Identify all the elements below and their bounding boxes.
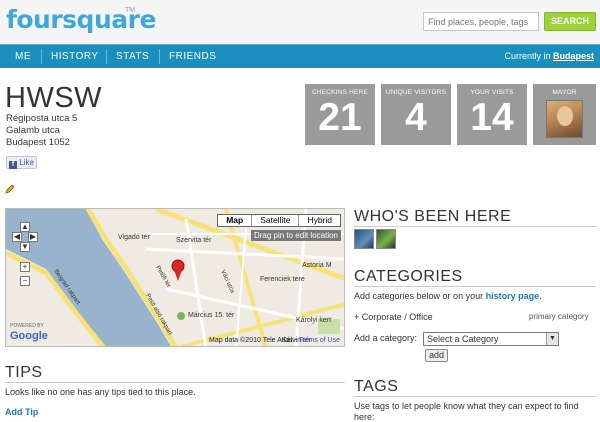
pan-up-button[interactable]: ▲ xyxy=(20,222,30,232)
pan-down-button[interactable]: ▼ xyxy=(20,242,30,252)
section-divider xyxy=(354,286,596,287)
section-divider xyxy=(354,396,596,397)
map-label: Váci utca xyxy=(219,269,235,295)
stat-value: 14 xyxy=(470,96,514,139)
zoom-in-button[interactable]: + xyxy=(20,262,30,272)
map-type-hybrid-button[interactable]: Hybrid xyxy=(298,215,340,226)
pan-right-button[interactable]: ▶ xyxy=(28,232,38,242)
venue-address-line: Budapest 1052 xyxy=(6,137,70,148)
nav-separator xyxy=(159,49,160,64)
current-city-link[interactable]: Budapest xyxy=(553,51,594,61)
logo-trademark: TM xyxy=(125,7,136,14)
like-label: Like xyxy=(19,158,34,167)
map-label: Vigadó tér xyxy=(118,234,150,241)
stat-value: 4 xyxy=(405,96,427,139)
add-category-label: Add a category: xyxy=(354,333,418,343)
header: foursquare TM SEARCH xyxy=(0,0,600,44)
search-input[interactable] xyxy=(423,12,539,31)
tips-empty-message: Looks like no one has any tips tied to t… xyxy=(5,387,196,397)
whos-been-here-title: WHO'S BEEN HERE xyxy=(354,208,512,225)
drag-pin-hint: Drag pin to edit location xyxy=(250,230,341,241)
map-label: Ferenciek tere xyxy=(260,276,305,283)
stat-label: MAYOR xyxy=(552,89,577,96)
categories-hint: Add categories below or on your history … xyxy=(354,291,542,301)
stat-checkins: CHECKINS HERE 21 xyxy=(305,84,375,145)
facebook-icon: f xyxy=(9,161,17,169)
map-terms-link[interactable]: Terms of Use xyxy=(299,337,340,344)
nav-item-stats[interactable]: STATS xyxy=(116,45,149,68)
category-select[interactable]: Select a Category ▼ xyxy=(423,332,559,346)
venue-map[interactable]: Vigadó tér Szervita tér Petőfi tér Váci … xyxy=(5,208,345,347)
map-label: Astoria M xyxy=(302,262,332,269)
map-type-buttons: Map Satellite Hybrid xyxy=(217,214,341,227)
pan-left-button[interactable]: ◀ xyxy=(12,232,22,242)
tips-title: TIPS xyxy=(5,364,43,381)
stat-label: CHECKINS HERE xyxy=(311,89,369,96)
stat-your-visits: YOUR VISITS 14 xyxy=(457,84,527,145)
stat-label: YOUR VISITS xyxy=(470,89,514,96)
categories-hint-text: Add categories below or on your xyxy=(354,291,486,301)
nav-item-me[interactable]: ME xyxy=(15,45,31,68)
primary-category-label: primary category xyxy=(529,312,589,321)
map-type-map-button[interactable]: Map xyxy=(218,215,251,226)
map-label: Szervita tér xyxy=(176,237,212,244)
edit-pencil-icon[interactable] xyxy=(5,184,15,194)
stat-unique-visitors: UNIQUE VISITORS 4 xyxy=(381,84,451,145)
map-attribution: Map data ©2010 Tele Atlas - Terms of Use xyxy=(209,337,340,344)
tags-hint: Use tags to let people know what they ca… xyxy=(354,401,579,422)
main-nav: ME HISTORY STATS FRIENDS Currently in Bu… xyxy=(0,44,600,68)
nav-item-friends[interactable]: FRIENDS xyxy=(169,45,216,68)
dropdown-arrow-icon: ▼ xyxy=(546,333,558,345)
facebook-like-button[interactable]: f Like xyxy=(6,156,37,169)
section-divider xyxy=(354,226,596,227)
mayor-avatar[interactable] xyxy=(546,100,583,138)
venue-name: HWSW xyxy=(5,82,103,114)
category-item[interactable]: + Corporate / Office xyxy=(354,312,433,322)
map-attribution-text: Map data ©2010 Tele Atlas - xyxy=(209,337,299,344)
history-page-link[interactable]: history page xyxy=(486,291,540,301)
categories-title: CATEGORIES xyxy=(354,268,463,285)
current-city: Currently in Budapest xyxy=(504,45,594,68)
tags-title: TAGS xyxy=(354,378,399,395)
venue-address-line: Régiposta utca 5 xyxy=(6,113,78,124)
zoom-out-button[interactable]: − xyxy=(20,276,30,286)
visitor-avatar[interactable] xyxy=(376,229,396,249)
powered-by-label: POWERED BY xyxy=(10,323,44,329)
stat-label: UNIQUE VISITORS xyxy=(385,89,447,96)
map-label: Károlyi kert xyxy=(296,317,331,324)
map-label: Március 15. tér xyxy=(188,312,235,319)
venue-address-line: Galamb utca xyxy=(6,125,60,136)
category-select-value: Select a Category xyxy=(427,334,499,344)
section-divider xyxy=(5,382,345,383)
map-type-satellite-button[interactable]: Satellite xyxy=(251,215,298,226)
nav-separator xyxy=(41,49,42,64)
current-city-prefix: Currently in xyxy=(504,51,553,61)
stat-value: 21 xyxy=(318,96,362,139)
visitor-avatar[interactable] xyxy=(354,229,374,249)
add-tip-link[interactable]: Add Tip xyxy=(5,407,38,417)
google-logo[interactable]: Google xyxy=(10,330,48,342)
search-button[interactable]: SEARCH xyxy=(544,12,596,31)
nav-separator xyxy=(106,49,107,64)
map-label: Petőfi tér xyxy=(154,265,171,289)
categories-hint-suffix: . xyxy=(539,291,542,301)
add-category-button[interactable]: add xyxy=(425,349,448,362)
nav-item-history[interactable]: HISTORY xyxy=(51,45,99,68)
